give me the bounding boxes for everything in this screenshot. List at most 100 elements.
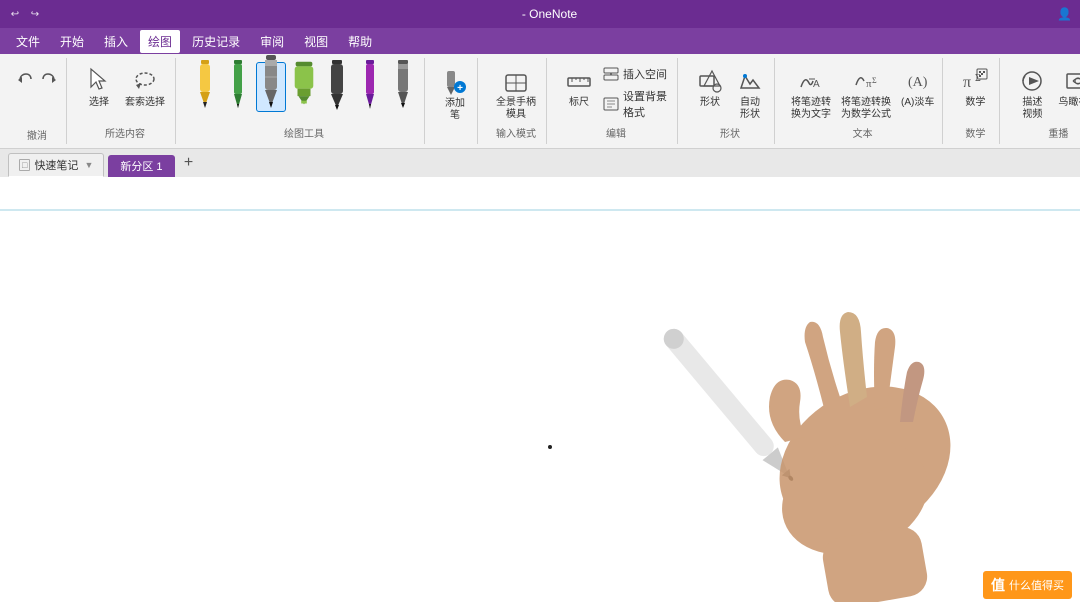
shapes-group: 形状 自动形状 形状	[686, 58, 775, 144]
math-group-label: 数学	[965, 125, 985, 142]
shapes-group-label: 形状	[720, 125, 740, 142]
menu-insert[interactable]: 插入	[96, 30, 136, 53]
section-tab-label: 新分区 1	[120, 158, 162, 174]
select-group: 选择 套索选择 所选内容	[75, 58, 176, 144]
ink-to-math-btn[interactable]: π Σ 将笔迹转换为数学公式	[837, 64, 895, 124]
menu-draw[interactable]: 绘图	[140, 30, 180, 53]
input-mode-group: 全景手柄模具 输入模式	[486, 58, 547, 144]
select-btn[interactable]: 选择	[81, 64, 117, 112]
ink-replay-label: 描述视频	[1022, 97, 1042, 121]
replay-group-label: 重播	[1048, 125, 1068, 142]
a-icon-icon: (A)	[904, 67, 932, 95]
ruler-icon	[565, 67, 593, 95]
bg-format-label: 设置背景格式	[623, 88, 667, 120]
ink-to-math-icon: π Σ	[852, 67, 880, 95]
menu-help[interactable]: 帮助	[340, 30, 380, 53]
page-content: 值 什么值得买	[0, 177, 1080, 607]
insert-space-label: 插入空间	[623, 66, 667, 82]
watermark-icon: 值	[991, 575, 1005, 595]
ink-to-text-icon: A	[797, 67, 825, 95]
page-rule-line	[0, 209, 1080, 211]
drawing-tools-group: 绘图工具	[184, 58, 425, 144]
redo-ribbon-btn[interactable]	[38, 70, 60, 90]
notebook-tab[interactable]: □ 快速笔记 ▼	[8, 153, 104, 177]
ribbon: 撤消 选择 套索选择 所选	[0, 54, 1080, 149]
add-section-btn[interactable]: +	[179, 153, 199, 173]
ink-to-text-btn[interactable]: A 将笔迹转换为文字	[787, 64, 835, 124]
menu-history[interactable]: 历史记录	[184, 30, 248, 53]
notebook-checkbox: □	[19, 159, 30, 171]
ink-replay-btn[interactable]: 描述视频	[1014, 64, 1050, 124]
watermark-text: 什么值得买	[1009, 577, 1064, 593]
overview-btn[interactable]: 鸟瞰视图	[1054, 64, 1080, 112]
drawing-tools-label: 绘图工具	[284, 125, 324, 142]
replay-icon	[1018, 67, 1046, 95]
tab-strip: □ 快速笔记 ▼ 新分区 1 +	[0, 149, 1080, 177]
lasso-label: 套索选择	[125, 97, 165, 109]
bg-format-btn[interactable]: 设置背景格式	[599, 86, 671, 122]
app-title: - OneNote	[522, 7, 577, 21]
select-group-label: 所选内容	[105, 125, 145, 142]
tools-group-label: 编辑	[606, 125, 626, 142]
tools-group: 标尺 插入空间 设置背景格式 编辑	[555, 58, 678, 144]
a-icon-btn[interactable]: (A) (A)淡车	[897, 64, 938, 112]
lasso-icon	[131, 67, 159, 95]
math-btn[interactable]: π Σ 数学	[957, 64, 993, 112]
pen-row	[190, 60, 418, 114]
svg-text:+: +	[457, 83, 463, 94]
pen-dot	[548, 445, 552, 449]
menu-review[interactable]: 审阅	[252, 30, 292, 53]
full-view-btn[interactable]: 全景手柄模具	[492, 64, 540, 124]
pen-4-btn[interactable]	[322, 62, 352, 112]
pen-5-btn[interactable]	[355, 62, 385, 112]
add-pen-btn[interactable]: + 添加笔	[437, 60, 473, 125]
shape-icon	[696, 67, 724, 95]
undo-ribbon-btn[interactable]	[14, 70, 36, 90]
notebook-tab-arrow: ▼	[84, 160, 93, 170]
pen-6-btn[interactable]	[388, 62, 418, 112]
cursor-icon	[85, 67, 113, 95]
undo-btn[interactable]: ↩	[8, 7, 22, 21]
hand-icon	[502, 67, 530, 95]
input-mode-label: 输入模式	[496, 125, 536, 142]
text-group: A 将笔迹转换为文字 π Σ 将笔迹转换为数学公式	[783, 58, 943, 144]
watermark: 值 什么值得买	[983, 571, 1072, 599]
ruler-btn[interactable]: 标尺	[561, 64, 597, 112]
undo-label: 撤消	[27, 127, 47, 142]
math-label: 数学	[965, 97, 985, 109]
ruler-label: 标尺	[569, 97, 589, 109]
auto-shape-btn[interactable]: 自动形状	[732, 64, 768, 124]
title-bar-right: 👤	[1057, 7, 1072, 21]
text-group-label: 文本	[853, 125, 873, 142]
menu-view[interactable]: 视图	[296, 30, 336, 53]
hand-stylus-overlay	[530, 227, 1080, 607]
user-icon: 👤	[1057, 7, 1072, 21]
auto-shape-label: 自动形状	[740, 97, 760, 121]
add-pen-icon: +	[441, 68, 469, 96]
undo-redo-group: 撤消	[8, 58, 67, 144]
svg-text:π: π	[963, 74, 971, 91]
ink-to-text-label: 将笔迹转换为文字	[791, 97, 831, 121]
math-icon: π Σ	[961, 67, 989, 95]
insert-space-btn[interactable]: 插入空间	[599, 64, 671, 84]
svg-text:A: A	[813, 79, 820, 90]
add-pen-label: 添加笔	[445, 98, 465, 122]
svg-text:(A): (A)	[908, 75, 928, 90]
redo-btn[interactable]: ↪	[28, 7, 42, 21]
highlighter-btn[interactable]	[289, 62, 319, 112]
menu-bar: 文件 开始 插入 绘图 历史记录 审阅 视图 帮助	[0, 28, 1080, 54]
select-label: 选择	[89, 97, 109, 109]
a-icon-label: (A)淡车	[901, 97, 934, 109]
section-tab[interactable]: 新分区 1	[108, 155, 174, 177]
replay-group: 描述视频 鸟瞰视图 重播	[1008, 58, 1080, 144]
auto-shape-icon	[736, 67, 764, 95]
pen-1-btn[interactable]	[190, 62, 220, 112]
notebook-area: □ 快速笔记 ▼ 新分区 1 +	[0, 149, 1080, 607]
pen-2-btn[interactable]	[223, 62, 253, 112]
lasso-select-btn[interactable]: 套索选择	[121, 64, 169, 112]
menu-file[interactable]: 文件	[8, 30, 48, 53]
menu-home[interactable]: 开始	[52, 30, 92, 53]
shape-btn[interactable]: 形状	[692, 64, 728, 112]
pen-3-btn[interactable]	[256, 62, 286, 112]
title-bar: ↩ ↪ - OneNote 👤	[0, 0, 1080, 28]
